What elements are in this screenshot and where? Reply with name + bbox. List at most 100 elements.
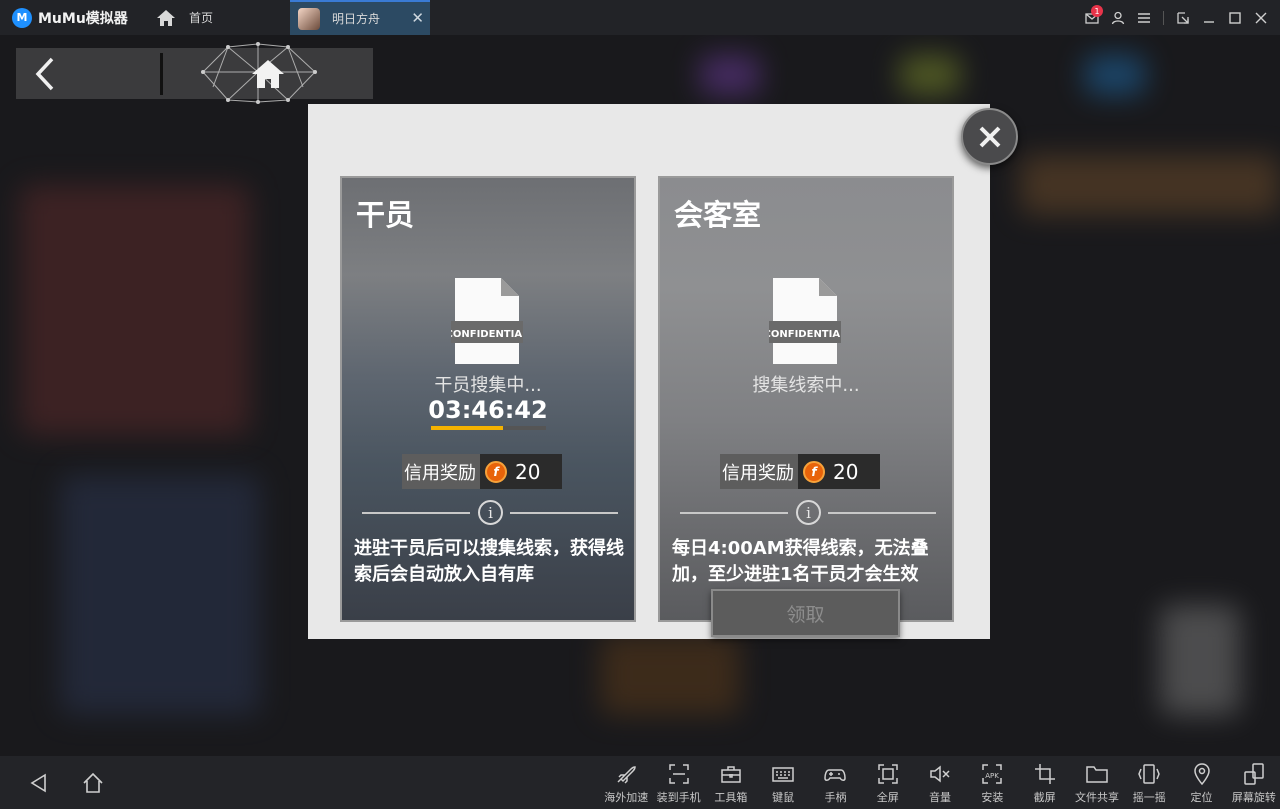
divider-line xyxy=(828,512,936,514)
countdown-timer: 03:46:42 xyxy=(428,396,548,424)
modal-close-button[interactable] xyxy=(961,108,1018,165)
confidential-document-icon: CONFIDENTIAL xyxy=(769,278,841,364)
credit-reward: 信用奖励 f 20 xyxy=(402,454,562,489)
mini-mode-button[interactable] xyxy=(1170,0,1196,35)
rocket-icon xyxy=(617,766,637,784)
app-brand: M MuMu模拟器 xyxy=(0,0,145,35)
toolbar-label: 键鼠 xyxy=(772,791,795,804)
menu-icon xyxy=(1138,12,1150,23)
close-window-button[interactable] xyxy=(1248,0,1274,35)
card-status: 干员搜集中... xyxy=(434,375,542,396)
credit-label: 信用奖励 xyxy=(402,454,480,489)
app-name: MuMu模拟器 xyxy=(38,10,128,27)
divider-line xyxy=(510,512,618,514)
svg-text:APK: APK xyxy=(986,772,1000,780)
toolbar-label: 文件共享 xyxy=(1074,791,1119,804)
card-description: 进驻干员后可以搜集线索，获得线索后会自动放入自有库 xyxy=(354,538,624,585)
info-icon[interactable]: i xyxy=(796,500,821,525)
gamepad-icon xyxy=(824,769,847,781)
confidential-stamp: CONFIDENTIAL xyxy=(769,329,841,340)
tab-close-icon[interactable]: ✕ xyxy=(411,9,424,27)
tab-game-label: 明日方舟 xyxy=(332,12,381,26)
card-operator: 干员 CONFIDENTIAL 干员搜集中... 03:46:42 信用奖励 f… xyxy=(340,176,636,622)
credit-label: 信用奖励 xyxy=(720,454,798,489)
volume-mute-icon xyxy=(930,765,950,783)
rotate-icon xyxy=(1244,763,1264,785)
card-status: 搜集线索中... xyxy=(752,375,860,396)
credit-value: 20 xyxy=(833,459,859,484)
game-home-button[interactable] xyxy=(201,42,333,104)
background-blur xyxy=(60,475,260,715)
close-icon xyxy=(1255,12,1267,23)
keyboard-icon xyxy=(772,767,794,782)
background-blur xyxy=(900,55,960,95)
game-top-nav xyxy=(16,42,373,104)
toolbar-button-rocket[interactable]: 海外加速 xyxy=(600,756,652,809)
credit-value-box: f 20 xyxy=(798,454,880,489)
credit-value: 20 xyxy=(515,459,541,484)
toolbar-button-rotate[interactable]: 屏幕旋转 xyxy=(1228,756,1280,809)
toolbar-tools: 海外加速 装到手机 工具箱 键鼠 手柄 全屏 音量 APK 安装 截屏 文件共享 摇一摇 定位 屏幕旋转 xyxy=(600,756,1280,809)
close-icon xyxy=(979,126,1000,147)
tab-game[interactable]: 明日方舟 ✕ xyxy=(290,0,430,35)
toolbar-button-scan[interactable]: 装到手机 xyxy=(652,756,704,809)
claim-button[interactable]: 领取 xyxy=(711,589,900,637)
menu-button[interactable] xyxy=(1131,0,1157,35)
progress-fill xyxy=(431,426,504,430)
confidential-document-icon: CONFIDENTIAL xyxy=(451,278,523,364)
mumu-logo-icon: M xyxy=(12,7,32,28)
toolbar-button-volume-mute[interactable]: 音量 xyxy=(914,756,966,809)
card-reception: 会客室 CONFIDENTIAL 搜集线索中... 信用奖励 f 20 i 每日… xyxy=(658,176,954,622)
confidential-stamp: CONFIDENTIAL xyxy=(451,329,523,340)
toolbar-button-folder[interactable]: 文件共享 xyxy=(1071,756,1123,809)
card-description: 每日4:00AM获得线索，无法叠加，至少进驻1名干员才会生效 xyxy=(672,538,929,585)
toolbar-label: 音量 xyxy=(929,791,952,804)
toolbar-label: 工具箱 xyxy=(714,791,748,804)
nav-divider xyxy=(160,52,163,95)
home-icon xyxy=(157,9,175,26)
card-title: 会客室 xyxy=(674,198,762,232)
user-button[interactable] xyxy=(1105,0,1131,35)
maximize-icon xyxy=(1229,11,1241,24)
minimize-button[interactable] xyxy=(1196,0,1222,35)
toolbar-label: 屏幕旋转 xyxy=(1231,791,1276,804)
maximize-button[interactable] xyxy=(1222,0,1248,35)
toolbar-button-toolbox[interactable]: 工具箱 xyxy=(705,756,757,809)
mini-mode-icon xyxy=(1177,11,1189,24)
toolbar-button-shake[interactable]: 摇一摇 xyxy=(1123,756,1175,809)
info-divider: i xyxy=(362,500,618,526)
tab-home-label: 首页 xyxy=(189,11,214,25)
toolbar-label: 摇一摇 xyxy=(1132,791,1166,804)
toolbox-icon xyxy=(721,766,741,783)
background-blur xyxy=(600,635,740,715)
background-blur xyxy=(20,185,250,435)
background-blur xyxy=(1020,155,1280,215)
android-home-icon[interactable] xyxy=(82,772,104,794)
toolbar-label: 手柄 xyxy=(824,791,847,804)
title-bar: M MuMu模拟器 首页 明日方舟 ✕ 1 xyxy=(0,0,1280,35)
back-button[interactable] xyxy=(16,48,74,99)
info-divider: i xyxy=(680,500,936,526)
toolbar-label: 装到手机 xyxy=(656,791,701,804)
apk-icon: APK xyxy=(982,764,1003,784)
progress-bar xyxy=(431,426,546,430)
toolbar-button-location[interactable]: 定位 xyxy=(1175,756,1227,809)
divider-line xyxy=(680,512,788,514)
game-avatar-icon xyxy=(298,7,320,30)
toolbar-button-crop[interactable]: 截屏 xyxy=(1019,756,1071,809)
toolbar-button-keyboard[interactable]: 键鼠 xyxy=(757,756,809,809)
toolbar-button-gamepad[interactable]: 手柄 xyxy=(809,756,861,809)
toolbar-label: 截屏 xyxy=(1033,791,1056,804)
toolbar-button-fullscreen[interactable]: 全屏 xyxy=(862,756,914,809)
shake-icon xyxy=(1138,764,1161,784)
credit-coin-icon: f xyxy=(485,460,507,483)
chevron-left-icon xyxy=(35,57,54,90)
toolbar-button-apk[interactable]: APK 安装 xyxy=(966,756,1018,809)
user-icon xyxy=(1111,11,1125,24)
tab-home[interactable]: 首页 xyxy=(145,0,290,35)
info-icon[interactable]: i xyxy=(478,500,503,525)
android-back-icon[interactable] xyxy=(28,772,50,794)
toolbar-label: 全屏 xyxy=(876,791,899,804)
scan-icon xyxy=(668,764,689,784)
mail-button[interactable]: 1 xyxy=(1079,0,1105,35)
